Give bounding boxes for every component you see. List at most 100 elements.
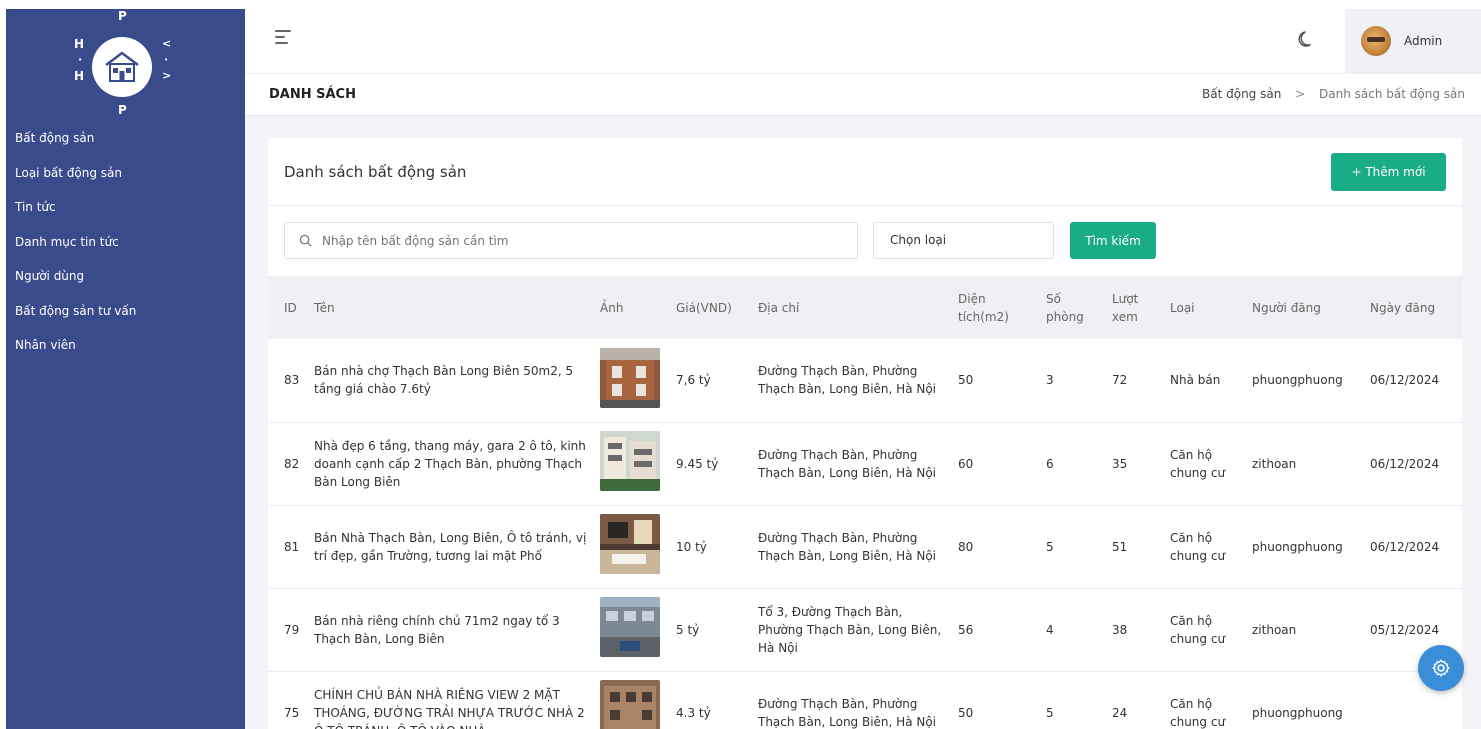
moon-icon[interactable] [1297,29,1317,53]
breadcrumb: Bất động sản > Danh sách bất động sản [1202,87,1465,101]
table-row[interactable]: 81 Bán Nhà Thạch Bàn, Long Biên, Ô tô tr… [268,505,1462,589]
sidebar-item-nhan-vien[interactable]: Nhân viên [6,336,245,371]
column-header-price: Giá(VND) [676,300,732,315]
page-title: DANH SÁCH [269,87,356,102]
card-title: Danh sách bất động sản [284,163,467,181]
cell-area: 56 [952,588,1040,672]
cell-image [594,339,670,423]
cell-type: Căn hộ chung cư [1164,588,1246,672]
sidebar-item-bat-dong-san[interactable]: Bất động sản [6,129,245,164]
column-header-poster: Người đăng [1252,300,1321,315]
cell-poster: zithoan [1246,422,1364,506]
filter-bar: Chọn loại Tìm kiếm [268,206,1462,276]
cell-poster: zithoan [1246,588,1364,672]
breadcrumb-current: Danh sách bất động sản [1319,87,1465,101]
cell-image [594,422,670,506]
search-button[interactable]: Tìm kiếm [1070,222,1156,259]
cell-rooms: 5 [1040,505,1106,589]
property-thumbnail[interactable] [600,431,660,491]
avatar [1361,26,1391,56]
sidebar-item-danh-muc-tin-tuc[interactable]: Danh mục tin tức [6,233,245,268]
user-menu[interactable]: Admin [1345,9,1481,73]
settings-fab-button[interactable] [1418,645,1464,691]
logo-mark: < [162,37,172,50]
sidebar-item-nguoi-dung[interactable]: Người dùng [6,267,245,302]
column-header-date: Ngày đăng [1370,300,1436,315]
type-select[interactable]: Chọn loại [873,222,1054,259]
cell-name[interactable]: Nhà đẹp 6 tầng, thang máy, gara 2 ô tô, … [308,422,594,506]
cell-price: 7,6 tỷ [670,339,752,423]
menu-icon[interactable] [275,30,291,48]
cell-name[interactable]: Bán nhà chợ Thạch Bàn Long Biên 50m2, 5 … [308,339,594,423]
cell-name[interactable]: Bán Nhà Thạch Bàn, Long Biên, Ô tô tránh… [308,505,594,589]
property-thumbnail[interactable] [600,680,660,729]
cell-type: Căn hộ chung cư [1164,505,1246,589]
cell-type: Nhà bán [1164,339,1246,423]
cell-area: 60 [952,422,1040,506]
cell-image [594,505,670,589]
topbar: Admin [245,9,1481,73]
cell-address: Đường Thạch Bàn, Phường Thạch Bàn, Long … [752,505,952,589]
gear-icon [1432,659,1450,677]
property-table: ID Tên Ảnh Giá(VND) Địa chỉ Diện tích(m2… [268,276,1462,729]
logo-left-letter-2: H [74,69,85,83]
cell-id: 79 [268,588,308,672]
cell-address: Đường Thạch Bàn, Phường Thạch Bàn, Long … [752,339,952,423]
cell-poster: phuongphuong [1246,339,1364,423]
cell-price: 9.45 tỷ [670,422,752,506]
logo-bottom-letter: P [118,103,127,117]
table-row[interactable]: 82 Nhà đẹp 6 tầng, thang máy, gara 2 ô t… [268,422,1462,506]
cell-views: 35 [1106,422,1164,506]
cell-poster: phuongphuong [1246,505,1364,589]
cell-price: 5 tỷ [670,588,752,672]
breadcrumb-separator: > [1295,87,1306,101]
table-row[interactable]: 75 CHÍNH CHỦ BÁN NHÀ RIÊNG VIEW 2 MẶT TH… [268,671,1462,729]
cell-image [594,671,670,729]
cell-address: Đường Thạch Bàn, Phường Thạch Bàn, Long … [752,671,952,729]
cell-rooms: 4 [1040,588,1106,672]
table-row[interactable]: 83 Bán nhà chợ Thạch Bàn Long Biên 50m2,… [268,339,1462,423]
cell-date: 06/12/2024 [1364,339,1462,423]
logo[interactable]: P H · H < · > P [6,9,245,129]
property-list-card: Danh sách bất động sản + Thêm mới Chọn l… [268,138,1462,729]
cell-poster: phuongphuong [1246,671,1364,729]
sidebar-item-bat-dong-san-tu-van[interactable]: Bất động sản tư vấn [6,302,245,337]
house-logo-icon [92,37,152,97]
cell-date: 06/12/2024 [1364,505,1462,589]
page-header: DANH SÁCH Bất động sản > Danh sách bất đ… [245,73,1481,116]
column-header-area: Diện tích(m2) [958,291,1009,324]
cell-area: 50 [952,339,1040,423]
sidebar: P H · H < · > P Bất động sản Loại bất độ… [6,9,245,729]
column-header-address: Địa chỉ [758,300,800,315]
search-input[interactable] [322,233,842,248]
column-header-views: Lượt xem [1112,291,1139,324]
logo-left-letter-1: H [74,37,85,51]
card-header: Danh sách bất động sản + Thêm mới [268,138,1462,206]
column-header-name: Tên [314,300,335,315]
property-thumbnail[interactable] [600,514,660,574]
table-row[interactable]: 79 Bán nhà riêng chính chủ 71m2 ngay tổ … [268,588,1462,672]
column-header-rooms: Số phòng [1046,291,1084,324]
cell-id: 83 [268,339,308,423]
cell-views: 38 [1106,588,1164,672]
column-header-type: Loại [1170,300,1195,315]
property-thumbnail[interactable] [600,597,660,657]
sidebar-item-tin-tuc[interactable]: Tin tức [6,198,245,233]
cell-area: 80 [952,505,1040,589]
cell-id: 82 [268,422,308,506]
sidebar-item-loai-bat-dong-san[interactable]: Loại bất động sản [6,164,245,199]
add-new-button[interactable]: + Thêm mới [1331,153,1446,191]
cell-price: 4.3 tỷ [670,671,752,729]
cell-name[interactable]: Bán nhà riêng chính chủ 71m2 ngay tổ 3 T… [308,588,594,672]
cell-name[interactable]: CHÍNH CHỦ BÁN NHÀ RIÊNG VIEW 2 MẶT THOÁN… [308,671,594,729]
cell-views: 24 [1106,671,1164,729]
cell-id: 81 [268,505,308,589]
cell-price: 10 tỷ [670,505,752,589]
property-thumbnail[interactable] [600,347,660,408]
cell-date: 06/12/2024 [1364,422,1462,506]
breadcrumb-parent[interactable]: Bất động sản [1202,87,1281,101]
cell-views: 72 [1106,339,1164,423]
cell-type: Căn hộ chung cư [1164,671,1246,729]
search-box[interactable] [284,222,858,259]
search-icon [299,234,312,247]
